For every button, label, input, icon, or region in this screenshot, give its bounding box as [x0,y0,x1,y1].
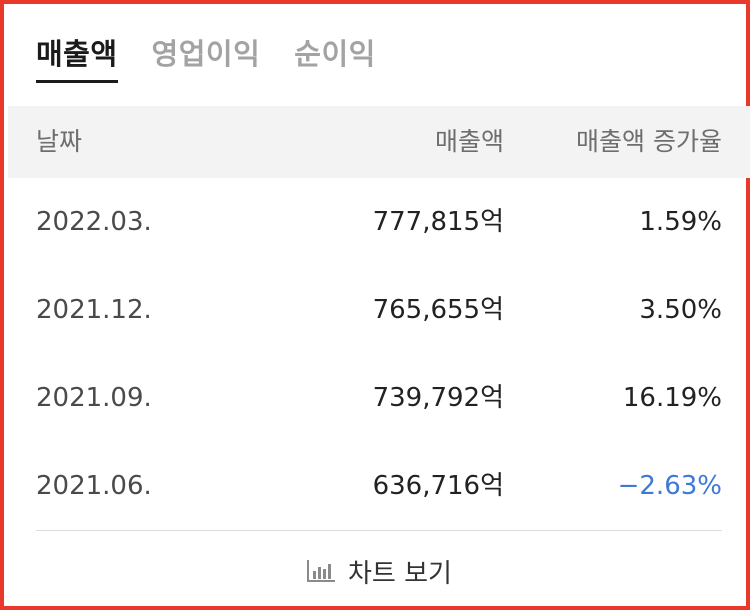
row-sales: 765,655억 [372,295,504,325]
table-header: 날짜 매출액 매출액 증가율 [8,106,750,178]
row-growth-negative: −2.63% [617,471,722,501]
row-growth: 3.50% [639,295,722,325]
row-date: 2021.06. [36,471,152,501]
tab-bar: 매출액 영업이익 순이익 [36,34,376,83]
view-chart-button[interactable]: 차트 보기 [4,544,750,598]
view-chart-label: 차트 보기 [348,558,452,589]
header-growth: 매출액 증가율 [576,127,722,156]
row-growth: 16.19% [622,383,722,413]
row-date: 2021.12. [36,295,152,325]
row-sales: 739,792억 [372,383,504,413]
table-row: 2021.06. 636,716억 −2.63% [8,442,750,530]
header-date: 날짜 [36,127,83,156]
table-row: 2021.12. 765,655억 3.50% [8,266,750,354]
tab-sales[interactable]: 매출액 [36,34,118,83]
row-sales: 636,716억 [372,471,504,501]
divider [36,530,722,531]
row-sales: 777,815억 [372,207,504,237]
header-sales: 매출액 [434,127,504,156]
row-growth: 1.59% [639,207,722,237]
row-date: 2021.09. [36,383,152,413]
bar-chart-icon [306,559,336,583]
tab-operating-profit[interactable]: 영업이익 [152,34,261,83]
row-date: 2022.03. [36,207,152,237]
tab-net-profit[interactable]: 순이익 [294,34,376,83]
widget-frame: 매출액 영업이익 순이익 날짜 매출액 매출액 증가율 2022.03. 777… [0,0,750,610]
table-row: 2022.03. 777,815억 1.59% [8,178,750,266]
table-row: 2021.09. 739,792억 16.19% [8,354,750,442]
